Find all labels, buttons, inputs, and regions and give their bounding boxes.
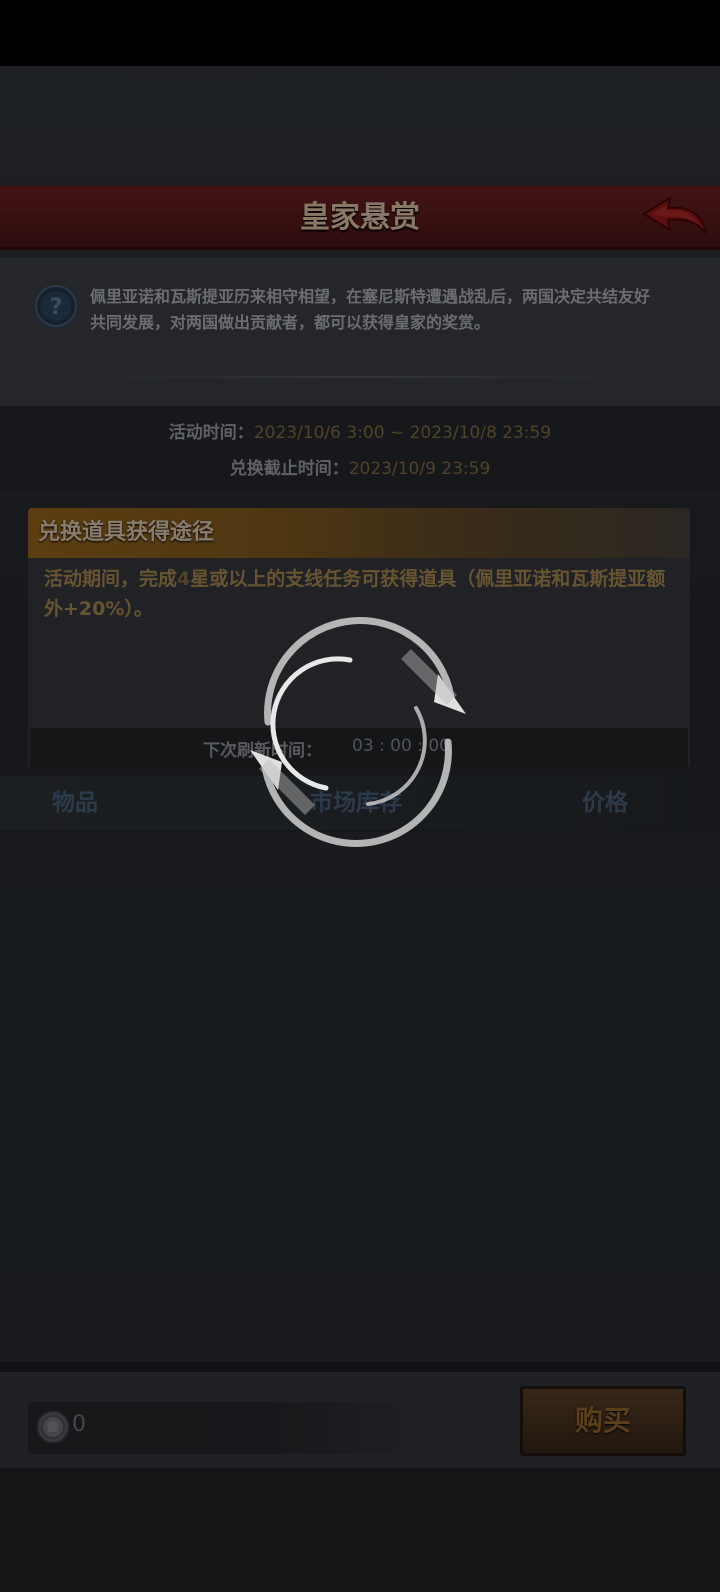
loading-spinner xyxy=(238,612,478,852)
status-bar xyxy=(0,0,720,66)
loading-spinner-icon xyxy=(250,617,466,847)
